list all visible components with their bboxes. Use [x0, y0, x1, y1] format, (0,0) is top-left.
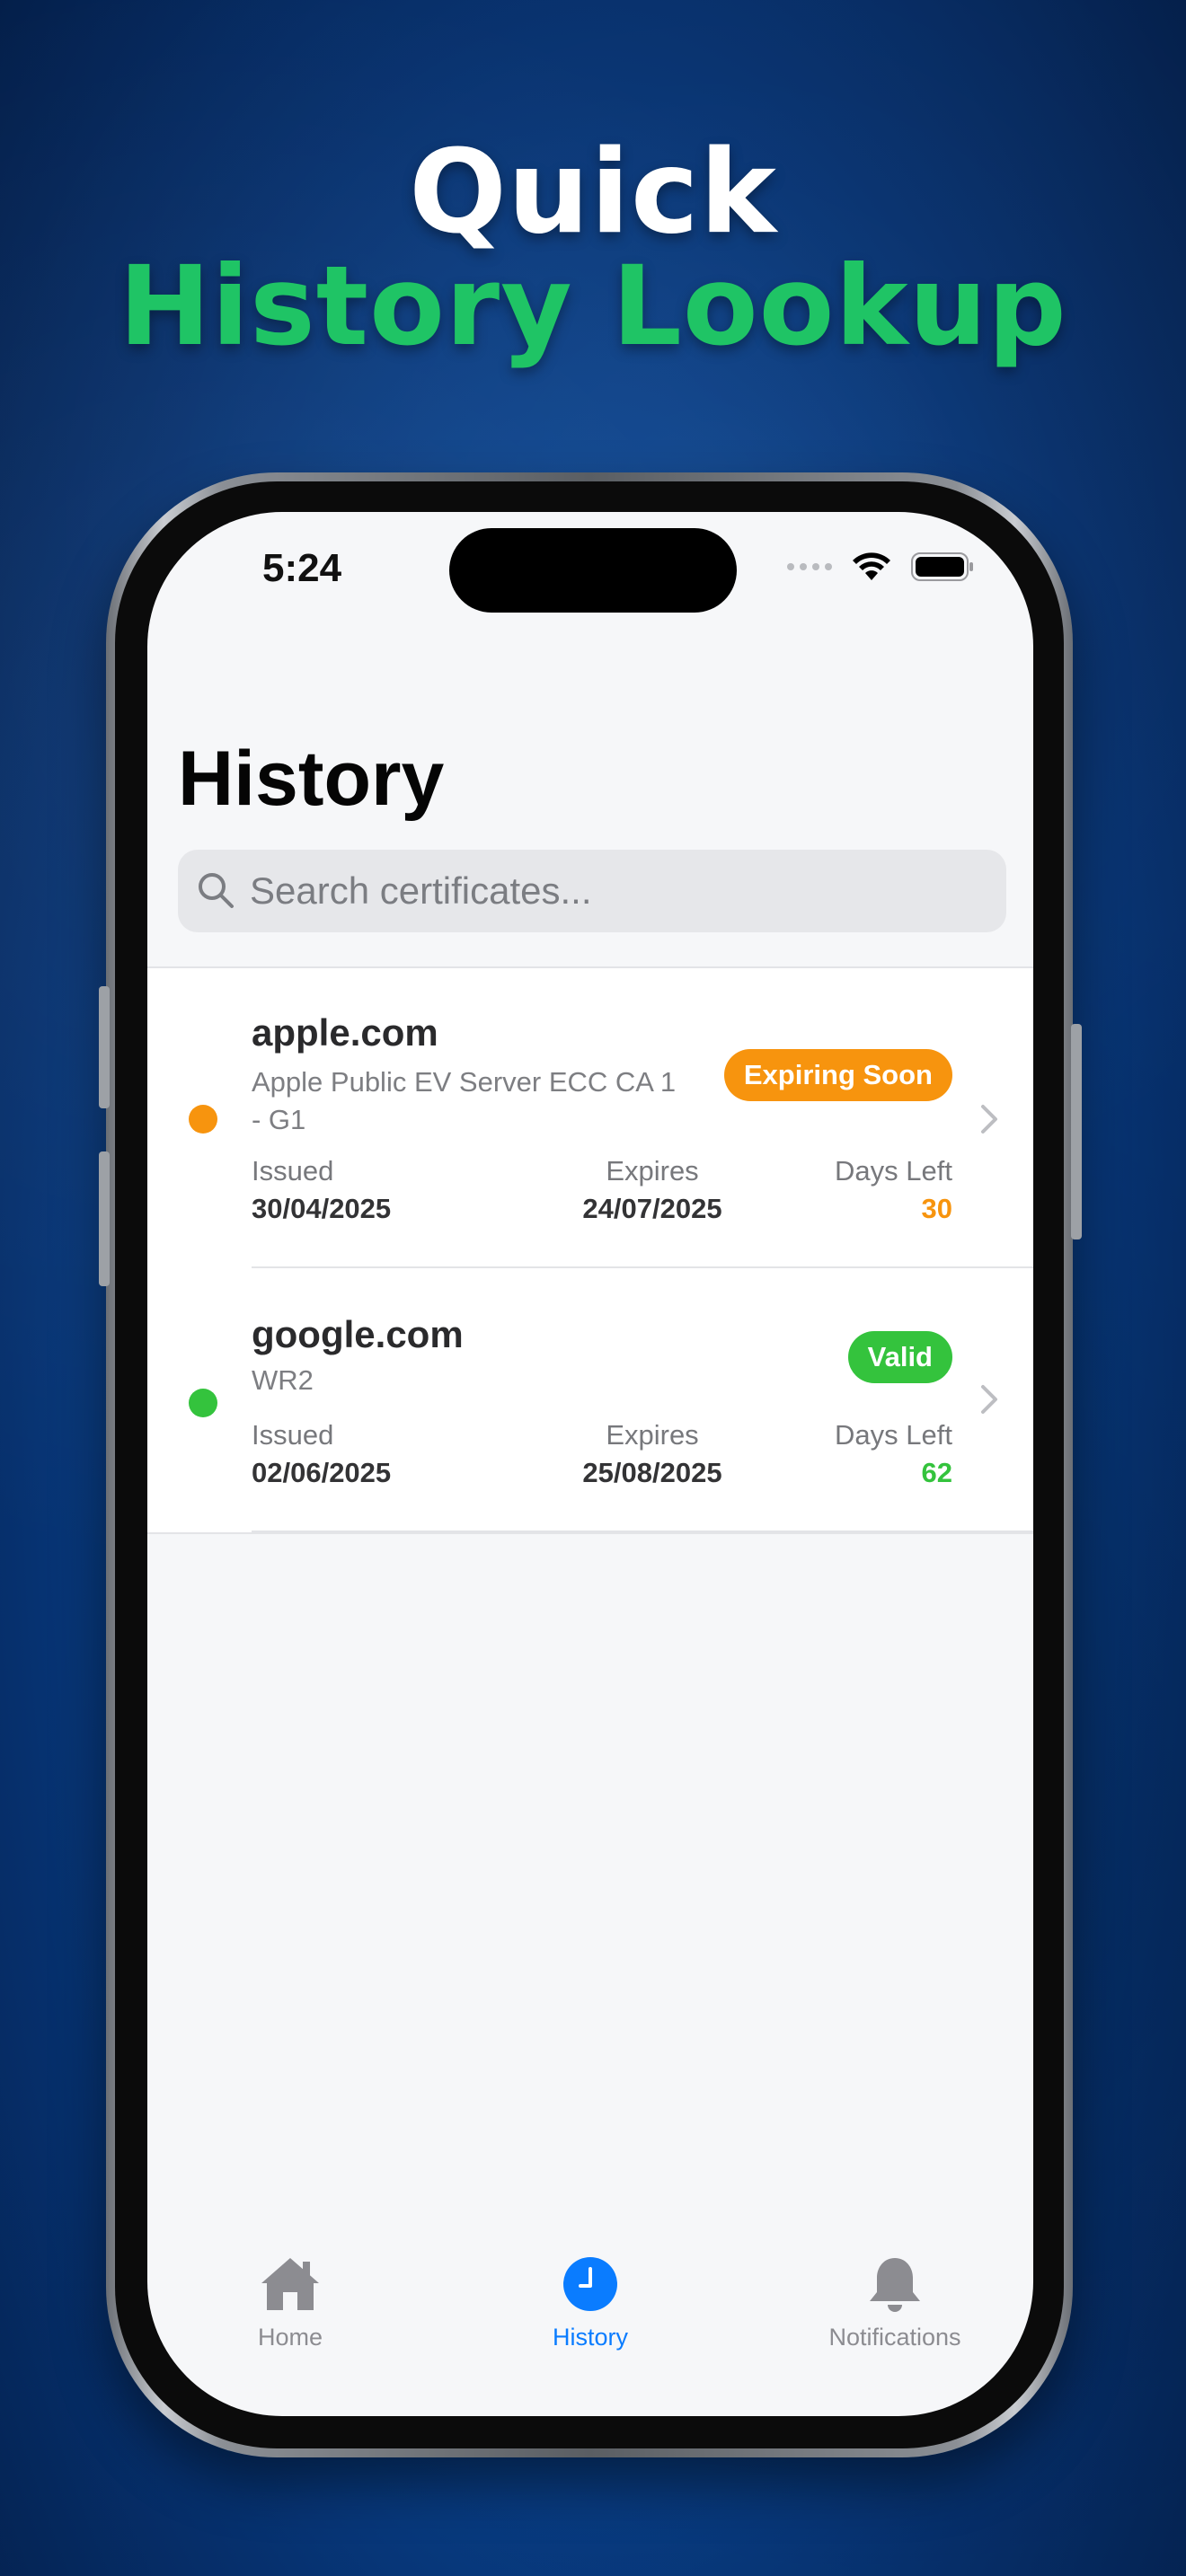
search-icon [199, 873, 234, 908]
days-left-value: 62 [921, 1457, 952, 1488]
action-button [99, 986, 110, 1108]
certificate-domain: google.com [252, 1313, 464, 1355]
expires-label: Expires [606, 1155, 699, 1187]
battery-icon [911, 552, 973, 581]
list-item[interactable]: google.com WR2 Valid Issued 02/06/2025 E… [147, 1268, 1033, 1532]
cellular-signal-icon [787, 563, 832, 570]
tab-home[interactable]: Home [200, 2254, 380, 2351]
status-badge: Valid [847, 1331, 952, 1383]
power-button [1071, 1024, 1082, 1239]
certificate-issuer: WR2 [252, 1364, 314, 1396]
expires-value: 25/08/2025 [582, 1457, 722, 1488]
tab-home-label: Home [257, 2324, 323, 2351]
status-dot [189, 1389, 217, 1417]
clock-icon [563, 2257, 617, 2311]
tab-history[interactable]: History [500, 2254, 680, 2351]
issuer-line-1: Apple Public EV Server ECC CA 1 [252, 1066, 677, 1098]
expires-label: Expires [606, 1419, 699, 1451]
list-item[interactable]: apple.com Apple Public EV Server ECC CA … [147, 968, 1033, 1268]
tab-bar: Home History Notifications [147, 2254, 1033, 2389]
certificate-list: apple.com Apple Public EV Server ECC CA … [147, 966, 1033, 1534]
issued-value: 30/04/2025 [252, 1193, 392, 1224]
certificate-domain: apple.com [252, 1011, 438, 1054]
headline-line-1: Quick [409, 126, 777, 260]
days-left-label: Days Left [835, 1155, 952, 1187]
search-bar[interactable]: Search certificates... [178, 850, 1006, 932]
chevron-right-icon [981, 1385, 997, 1414]
chevron-right-icon [981, 1105, 997, 1134]
days-left-value: 30 [921, 1193, 952, 1224]
tab-notifications[interactable]: Notifications [801, 2254, 989, 2351]
issued-value: 02/06/2025 [252, 1457, 392, 1488]
wifi-icon [853, 552, 890, 580]
tab-notifications-label: Notifications [828, 2324, 961, 2351]
issuer-line-2: - G1 [252, 1104, 306, 1135]
status-badge: Expiring Soon [723, 1049, 952, 1101]
page-title: History [178, 736, 445, 822]
house-icon [261, 2258, 319, 2310]
certificate-issuer: Apple Public EV Server ECC CA 1 - G1 [252, 1063, 701, 1139]
row-divider [252, 1531, 1033, 1532]
headline-line-2: History Lookup [119, 243, 1067, 370]
search-input[interactable]: Search certificates... [250, 869, 591, 913]
dynamic-island [449, 528, 737, 613]
issued-label: Issued [252, 1155, 334, 1187]
status-time: 5:24 [262, 546, 342, 590]
expires-value: 24/07/2025 [582, 1193, 722, 1224]
days-left-label: Days Left [835, 1419, 952, 1451]
bell-icon [870, 2258, 920, 2312]
issued-label: Issued [252, 1419, 334, 1451]
status-dot [189, 1105, 217, 1134]
tab-history-label: History [552, 2324, 628, 2351]
volume-button [99, 1151, 110, 1286]
status-icons [787, 551, 974, 582]
